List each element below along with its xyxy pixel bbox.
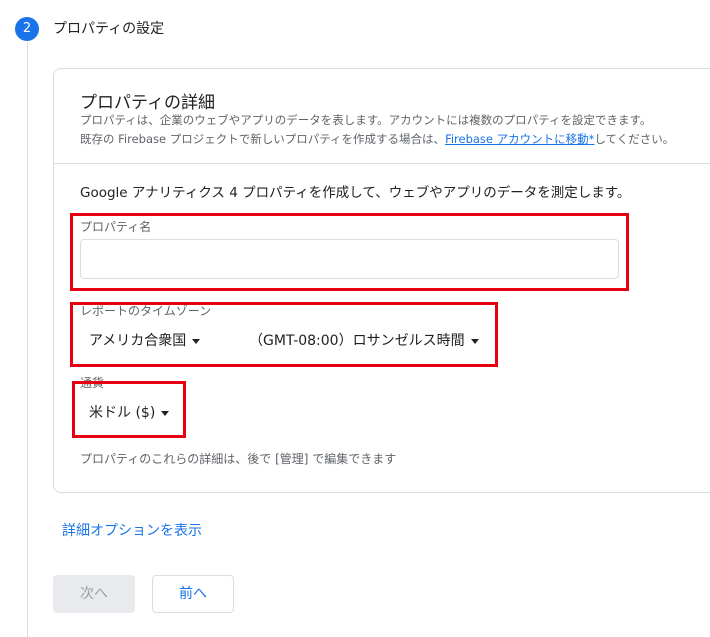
highlight-box-currency [72,381,186,438]
stepper-rail [27,42,28,637]
description-line-1: プロパティは、企業のウェブやアプリのデータを表します。アカウントには複数のプロパ… [80,113,652,127]
firebase-account-link[interactable]: Firebase アカウントに移動* [445,132,594,146]
description-line-2: 既存の Firebase プロジェクトで新しいプロパティを作成する場合は、Fir… [80,130,674,149]
step-number-badge: 2 [15,17,39,41]
highlight-box-property-name [70,213,629,291]
edit-later-note: プロパティのこれらの詳細は、後で [管理] で編集できます [80,452,397,466]
property-details-title: プロパティの詳細 [80,93,215,113]
form-intro-text: Google アナリティクス 4 プロパティを作成して、ウェブやアプリのデータを… [80,185,631,201]
description-suffix: してください。 [594,132,675,146]
description-prefix: 既存の Firebase プロジェクトで新しいプロパティを作成する場合は、 [80,132,446,146]
previous-button[interactable]: 前へ [152,575,234,613]
step-title: プロパティの設定 [53,21,165,37]
show-advanced-options-link[interactable]: 詳細オプションを表示 [62,520,202,540]
property-details-description: プロパティは、企業のウェブやアプリのデータを表します。アカウントには複数のプロパ… [80,111,674,149]
firebase-link-text: Firebase アカウントに移動 [445,132,589,146]
next-button[interactable]: 次へ [53,575,135,613]
highlight-box-timezone [70,302,498,367]
